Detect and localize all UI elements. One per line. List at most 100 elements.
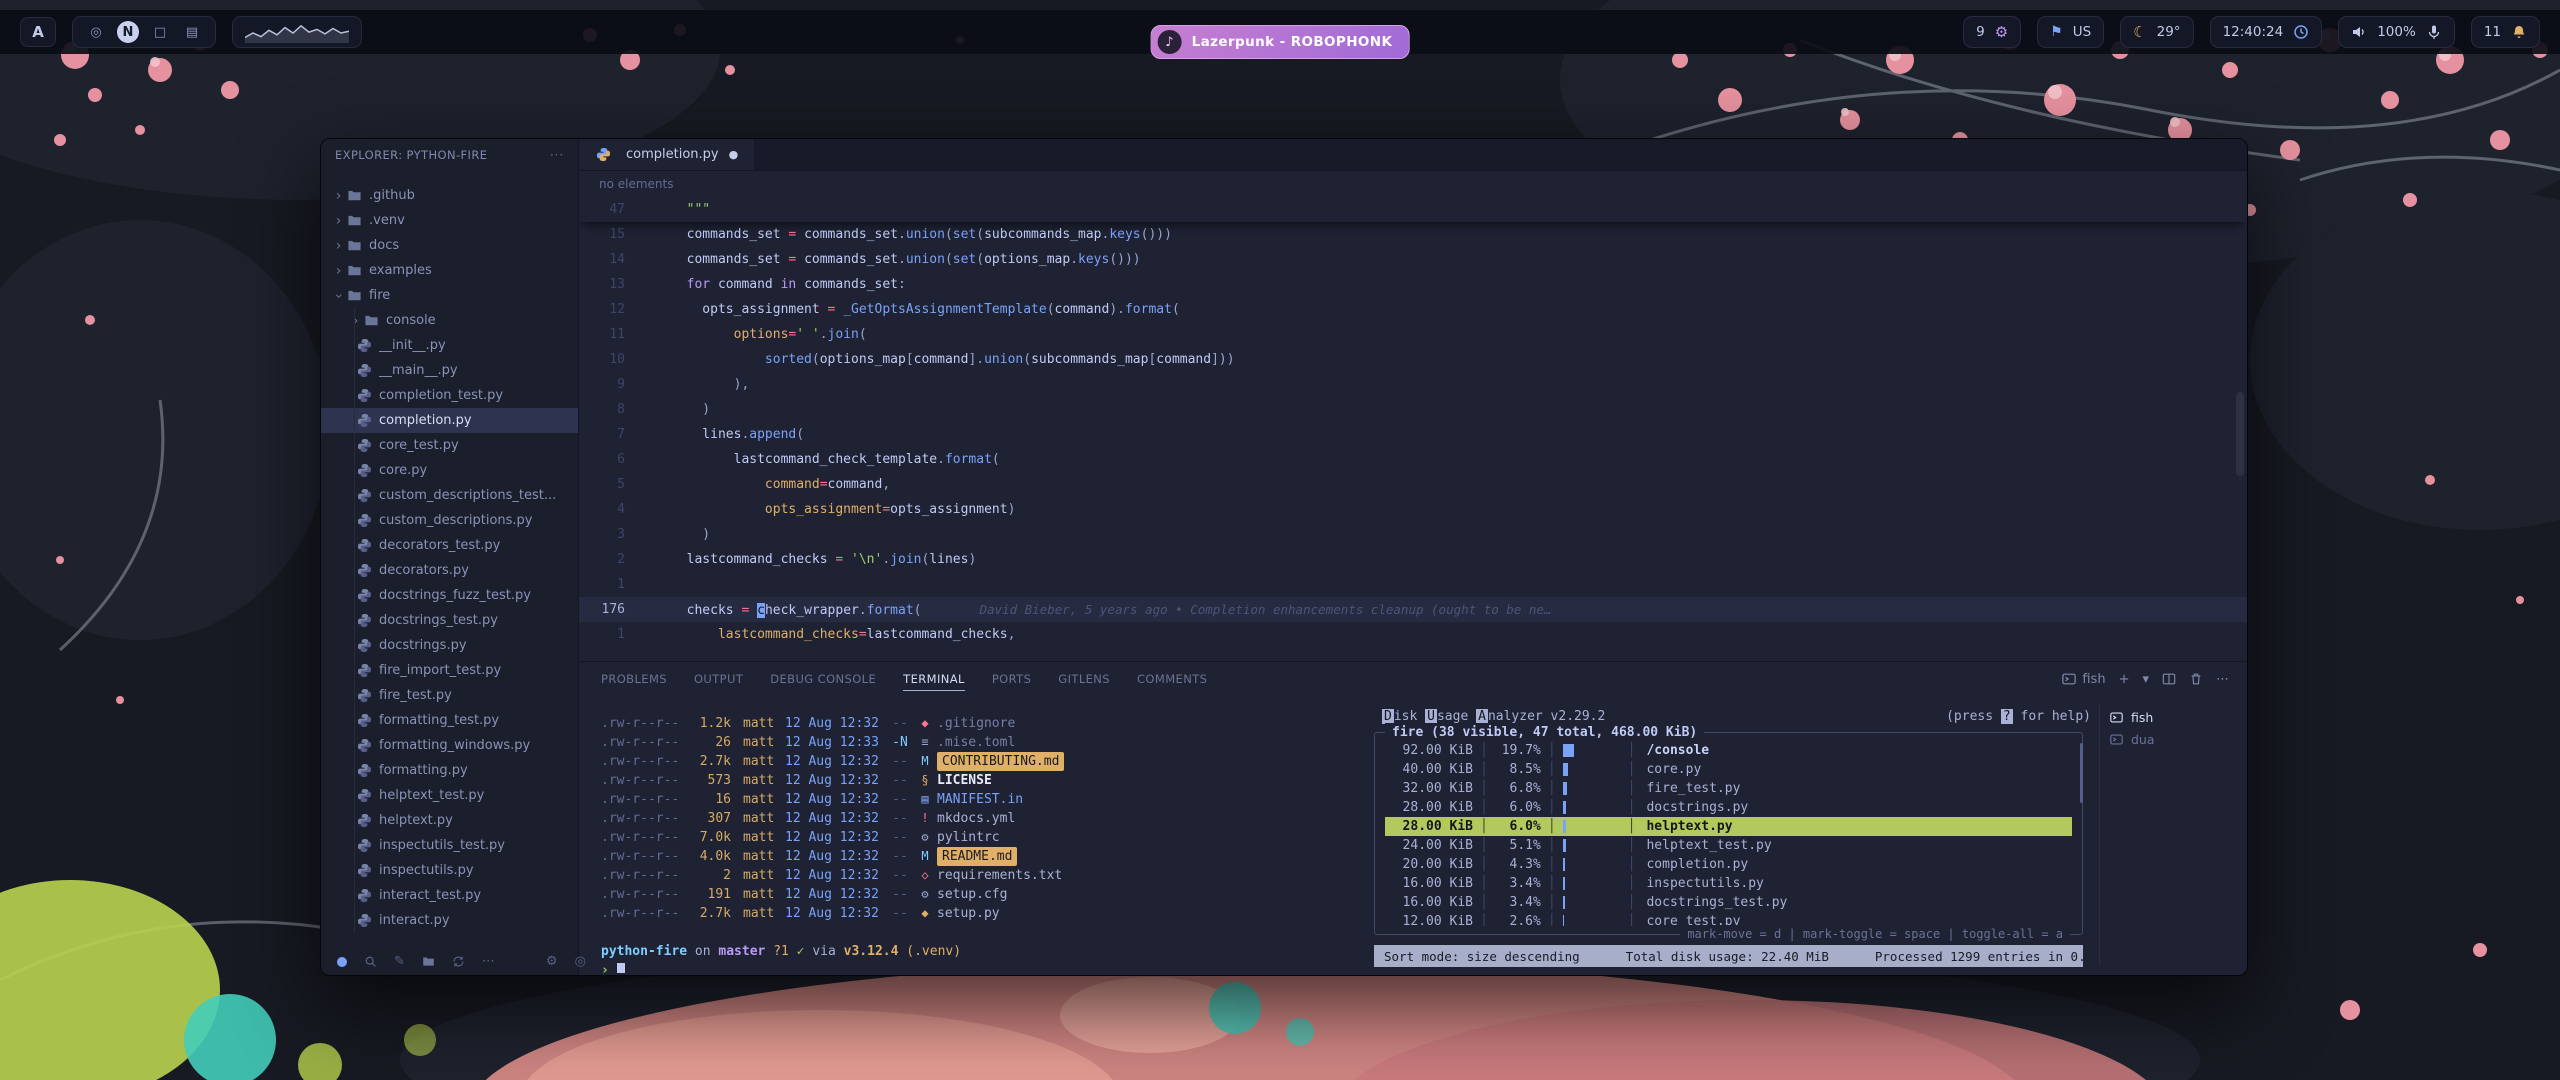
code-line[interactable]: 2 lastcommand_checks = '\n'.join(lines) [579,547,2247,572]
panel-more-icon[interactable]: ⋯ [2216,672,2229,687]
tree-item-formatting-windows-py[interactable]: formatting_windows.py [321,733,578,758]
tree-item-core-py[interactable]: core.py [321,458,578,483]
shell-input-line[interactable]: › [601,961,1371,973]
workspace-browser[interactable]: ◎ [85,21,107,43]
panel-tab-output[interactable]: OUTPUT [694,668,743,691]
dua-row-helptext-py[interactable]: 28.00 KiB│6.0%││helptext.py [1385,817,2072,836]
search-icon[interactable] [364,955,377,968]
code-line[interactable]: 1 lastcommand_checks=lastcommand_checks, [579,622,2247,647]
code-line[interactable]: 6 lastcommand_check_template.format( [579,447,2247,472]
tree-item-docstrings-fuzz-test-py[interactable]: docstrings_fuzz_test.py [321,583,578,608]
panel-tab-problems[interactable]: PROBLEMS [601,668,667,691]
tree-item-console[interactable]: ›console [321,308,578,333]
weather-widget[interactable]: ☾ 29° [2120,16,2193,48]
tree-item-helptext-py[interactable]: helptext.py [321,808,578,833]
tree-item-fire[interactable]: ›fire [321,283,578,308]
dua-row-fire-test-py[interactable]: 32.00 KiB│6.8%││fire_test.py [1385,779,2072,798]
edit-icon[interactable]: ✎ [394,954,405,969]
code-line[interactable]: 4 opts_assignment=opts_assignment) [579,497,2247,522]
keyboard-layout-widget[interactable]: ⚑ US [2037,16,2104,48]
code-line[interactable]: 1 [579,572,2247,597]
tab-completion-py[interactable]: completion.py ● [579,139,755,170]
code-line[interactable]: 15 commands_set = commands_set.union(set… [579,222,2247,247]
tree-item-custom-descriptions-py[interactable]: custom_descriptions.py [321,508,578,533]
clock-widget[interactable]: 12:40:24 [2210,16,2323,48]
tree-item-interact-py[interactable]: interact.py [321,908,578,933]
dua-disk-analyzer[interactable]: Disk Usage Analyzer v2.29.2 (press ? for… [1374,706,2099,967]
panel-tab-terminal[interactable]: TERMINAL [903,668,965,691]
tree-item-docstrings-py[interactable]: docstrings.py [321,633,578,658]
code-line[interactable]: 9 ), [579,372,2247,397]
breadcrumb[interactable]: no elements [579,171,2247,197]
workspace-terminal[interactable]: □ [149,21,171,43]
tree-item-core-test-py[interactable]: core_test.py [321,433,578,458]
tree-item-completion-test-py[interactable]: completion_test.py [321,383,578,408]
kill-terminal-button[interactable] [2189,672,2203,686]
code-line[interactable]: 14 commands_set = commands_set.union(set… [579,247,2247,272]
terminal-fish[interactable]: .rw-r--r--1.2kmatt12 Aug 12:32--◆.gitign… [601,714,1371,973]
panel-tab-comments[interactable]: COMMENTS [1137,668,1207,691]
tree-item-formatting-py[interactable]: formatting.py [321,758,578,783]
tree-item-formatting-test-py[interactable]: formatting_test.py [321,708,578,733]
dua-row-core-py[interactable]: 40.00 KiB│8.5%││core.py [1385,760,2072,779]
tree-item-init-py[interactable]: __init__.py [321,333,578,358]
folder-icon[interactable] [422,955,435,968]
media-player-widget[interactable]: ♪ Lazerpunk - ROBOPHONK [1151,25,1410,59]
record-icon[interactable]: ◎ [575,954,586,969]
dua-row-docstrings-test-py[interactable]: 16.00 KiB│3.4%││docstrings_test.py [1385,893,2072,912]
updates-widget[interactable]: 9 ⚙ [1963,16,2021,48]
tree-item-completion-py[interactable]: completion.py [321,408,578,433]
tree-item-interact-test-py[interactable]: interact_test.py [321,883,578,908]
code-line[interactable]: 12 opts_assignment = _GetOptsAssignmentT… [579,297,2247,322]
code-editor[interactable]: 47 """15 commands_set = commands_set.uni… [579,197,2247,661]
code-line[interactable]: 13 for command in commands_set: [579,272,2247,297]
split-terminal-button[interactable] [2162,672,2176,686]
panel-tab-debug-console[interactable]: DEBUG CONSOLE [770,668,876,691]
tree-item-venv[interactable]: ›.venv [321,208,578,233]
dua-scrollbar[interactable] [2080,743,2083,803]
tree-item-main-py[interactable]: __main__.py [321,358,578,383]
more-icon[interactable]: ⋯ [482,954,495,969]
tree-item-github[interactable]: ›.github [321,183,578,208]
code-line[interactable]: 11 options=' '.join( [579,322,2247,347]
launcher-button[interactable]: A [20,17,56,47]
notifications-widget[interactable]: 11 [2471,16,2540,48]
dua-row-helptext-test-py[interactable]: 24.00 KiB│5.1%││helptext_test.py [1385,836,2072,855]
workspace-files[interactable]: ▤ [181,21,203,43]
tree-item-decorators-py[interactable]: decorators.py [321,558,578,583]
tree-item-custom-descriptions-test[interactable]: custom_descriptions_test... [321,483,578,508]
tree-item-inspectutils-test-py[interactable]: inspectutils_test.py [321,833,578,858]
tree-item-examples[interactable]: ›examples [321,258,578,283]
terminal-session-fish[interactable]: fish [2100,706,2239,728]
terminal-dropdown-chevron-icon[interactable]: ▾ [2142,672,2149,687]
remote-indicator[interactable] [337,957,347,967]
tree-item-fire-import-test-py[interactable]: fire_import_test.py [321,658,578,683]
audio-widget[interactable]: 100% [2338,16,2455,48]
tree-item-helptext-test-py[interactable]: helptext_test.py [321,783,578,808]
tree-item-inspectutils-py[interactable]: inspectutils.py [321,858,578,883]
sync-icon[interactable] [452,955,465,968]
code-line[interactable]: 7 lines.append( [579,422,2247,447]
tree-item-docstrings-test-py[interactable]: docstrings_test.py [321,608,578,633]
new-terminal-button[interactable]: + [2119,672,2130,687]
code-line[interactable]: 3 ) [579,522,2247,547]
dua-row-core-test-py[interactable]: 12.00 KiB│2.6%││core_test.py [1385,912,2072,926]
panel-tab-gitlens[interactable]: GITLENS [1058,668,1110,691]
explorer-more-icon[interactable]: ··· [550,148,564,162]
workspace-code[interactable]: N [117,21,139,43]
panel-tab-ports[interactable]: PORTS [992,668,1031,691]
code-line[interactable]: 8 ) [579,397,2247,422]
system-graph-widget[interactable] [232,16,362,48]
code-line[interactable]: 47 """ [579,197,2247,222]
editor-scrollbar[interactable] [2235,197,2245,661]
dua-row-inspectutils-py[interactable]: 16.00 KiB│3.4%││inspectutils.py [1385,874,2072,893]
dua-row-completion-py[interactable]: 20.00 KiB│4.3%││completion.py [1385,855,2072,874]
settings-gear-icon[interactable]: ⚙ [546,954,558,969]
code-line[interactable]: 176 checks = check_wrapper.format(David … [579,597,2247,622]
terminal-session-dua[interactable]: dua [2100,728,2239,750]
code-line[interactable]: 10 sorted(options_map[command].union(sub… [579,347,2247,372]
dua-row-docstrings-py[interactable]: 28.00 KiB│6.0%││docstrings.py [1385,798,2072,817]
tree-item-fire-test-py[interactable]: fire_test.py [321,683,578,708]
code-line[interactable]: 5 command=command, [579,472,2247,497]
terminal-profile[interactable]: fish [2062,672,2105,687]
